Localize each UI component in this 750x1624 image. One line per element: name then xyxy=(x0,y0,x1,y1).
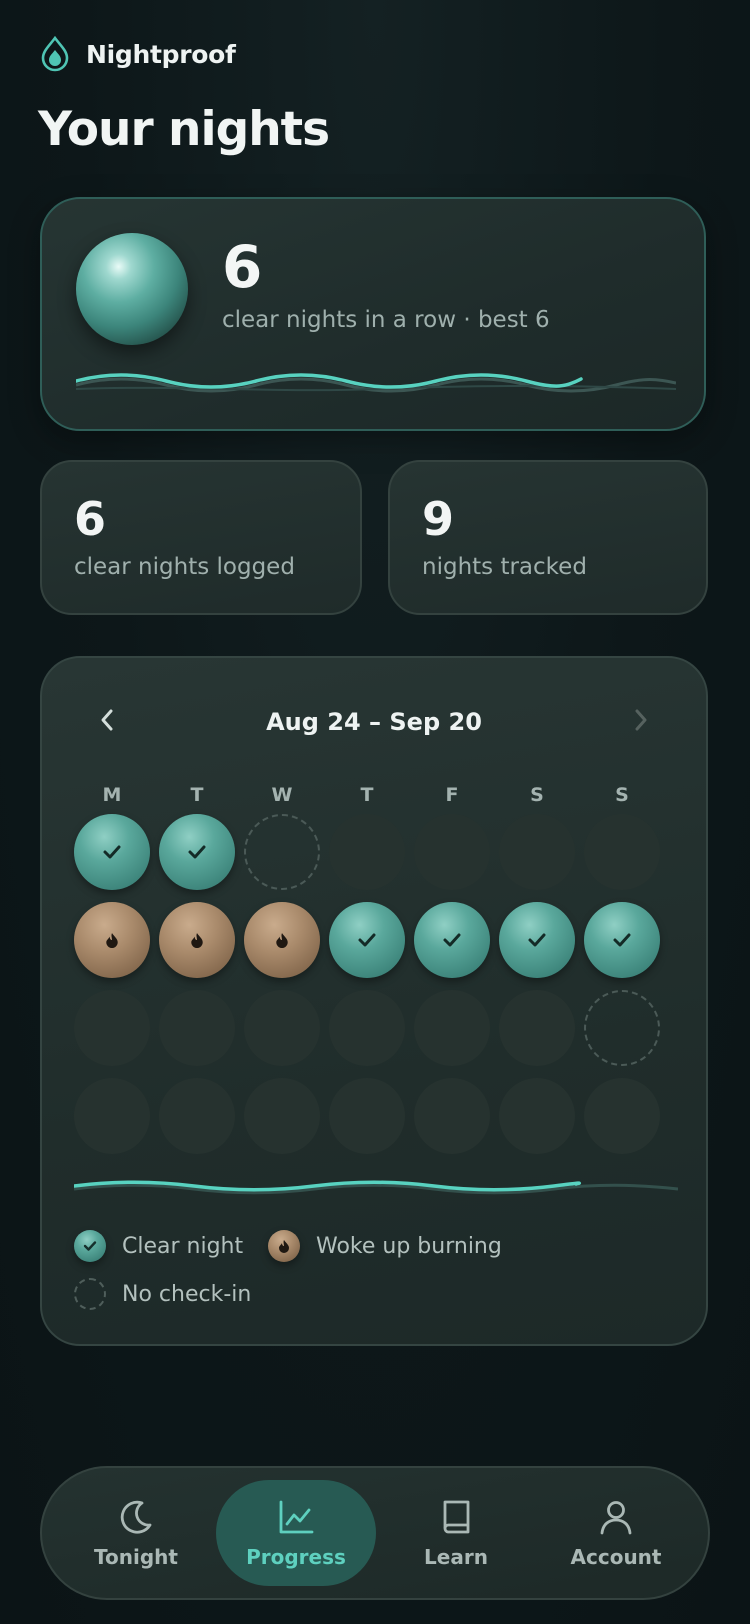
day-cell-empty[interactable] xyxy=(584,814,660,890)
tab-tonight[interactable]: Tonight xyxy=(56,1480,216,1586)
weekday-label: S xyxy=(615,784,629,806)
flame-icon xyxy=(106,933,118,948)
day-cell-clear[interactable] xyxy=(159,814,235,890)
check-icon xyxy=(103,845,121,859)
tab-bar: Tonight Progress Learn Account xyxy=(40,1466,710,1600)
person-icon xyxy=(600,1501,632,1535)
day-cell-empty[interactable] xyxy=(244,1078,320,1154)
day-cell-clear[interactable] xyxy=(74,814,150,890)
book-icon xyxy=(443,1500,470,1534)
day-cell-empty[interactable] xyxy=(74,990,150,1066)
day-cell-clear[interactable] xyxy=(584,902,660,978)
weekday-label: T xyxy=(360,784,374,806)
calendar-card: Aug 24 – Sep 20 Clear night Woke up burn… xyxy=(40,656,708,1346)
day-cell-empty[interactable] xyxy=(159,990,235,1066)
check-icon xyxy=(74,1230,106,1262)
day-cell-empty[interactable] xyxy=(329,1078,405,1154)
chart-icon xyxy=(279,1500,314,1534)
streak-card: 6 clear nights in a row · best 6 xyxy=(40,197,706,431)
stat-label: clear nights logged xyxy=(74,554,295,580)
flame-icon xyxy=(268,1230,300,1262)
day-cell-clear[interactable] xyxy=(414,902,490,978)
tab-progress[interactable]: Progress xyxy=(216,1480,376,1586)
day-cell-empty[interactable] xyxy=(329,814,405,890)
legend-label: No check-in xyxy=(122,1281,252,1307)
check-icon xyxy=(443,933,461,947)
stat-label: nights tracked xyxy=(422,554,587,580)
day-cell-empty[interactable] xyxy=(584,1078,660,1154)
day-cell-empty[interactable] xyxy=(499,990,575,1066)
day-cell-burn[interactable] xyxy=(159,902,235,978)
legend-clear: Clear night xyxy=(74,1230,243,1262)
dashed-circle-icon xyxy=(74,1278,106,1310)
flame-drop-icon xyxy=(41,36,69,72)
check-icon xyxy=(188,845,206,859)
stat-value: 6 xyxy=(74,492,107,546)
flame-icon xyxy=(191,933,203,948)
day-cell-nocheck[interactable] xyxy=(584,990,660,1066)
day-cell-burn[interactable] xyxy=(244,902,320,978)
streak-orb xyxy=(76,233,188,345)
tab-label: Learn xyxy=(424,1545,488,1569)
check-icon xyxy=(613,933,631,947)
calendar-range: Aug 24 – Sep 20 xyxy=(266,708,482,736)
streak-count: 6 xyxy=(222,233,263,301)
day-cell-empty[interactable] xyxy=(414,1078,490,1154)
day-cell-clear[interactable] xyxy=(499,902,575,978)
weekday-label: M xyxy=(102,784,122,806)
app-name: Nightproof xyxy=(86,39,236,69)
day-cell-empty[interactable] xyxy=(414,990,490,1066)
stat-card-clear-nights: 6 clear nights logged xyxy=(40,460,362,615)
day-cell-nocheck[interactable] xyxy=(244,814,320,890)
app-header: Nightproof xyxy=(40,36,236,72)
legend-label: Clear night xyxy=(122,1233,244,1259)
weekday-label: F xyxy=(445,784,459,806)
legend-nocheck: No check-in xyxy=(74,1278,251,1310)
check-icon xyxy=(528,933,546,947)
day-cell-empty[interactable] xyxy=(414,814,490,890)
legend-label: Woke up burning xyxy=(316,1233,502,1259)
day-cell-empty[interactable] xyxy=(244,990,320,1066)
streak-subtitle: clear nights in a row · best 6 xyxy=(222,307,550,333)
day-cell-empty[interactable] xyxy=(329,990,405,1066)
check-icon xyxy=(358,933,376,947)
tab-account[interactable]: Account xyxy=(536,1480,696,1586)
moon-icon xyxy=(120,1500,152,1534)
tab-label: Account xyxy=(570,1545,662,1569)
day-cell-empty[interactable] xyxy=(159,1078,235,1154)
tab-learn[interactable]: Learn xyxy=(376,1480,536,1586)
stat-value: 9 xyxy=(422,492,455,546)
stat-card-nights-tracked: 9 nights tracked xyxy=(388,460,708,615)
calendar-progress-wave xyxy=(74,1180,678,1195)
tab-label: Tonight xyxy=(94,1545,178,1569)
page-title: Your nights xyxy=(38,102,330,157)
streak-progress-wave xyxy=(76,373,676,393)
weekday-label: T xyxy=(190,784,204,806)
day-cell-empty[interactable] xyxy=(74,1078,150,1154)
flame-icon xyxy=(276,933,288,948)
weekday-label: W xyxy=(271,784,293,806)
day-cell-burn[interactable] xyxy=(74,902,150,978)
chevron-right-icon[interactable] xyxy=(626,702,656,738)
legend-burn: Woke up burning xyxy=(268,1230,502,1262)
day-cell-clear[interactable] xyxy=(329,902,405,978)
day-cell-empty[interactable] xyxy=(499,814,575,890)
day-cell-empty[interactable] xyxy=(499,1078,575,1154)
weekday-label: S xyxy=(530,784,544,806)
tab-label: Progress xyxy=(246,1545,346,1569)
